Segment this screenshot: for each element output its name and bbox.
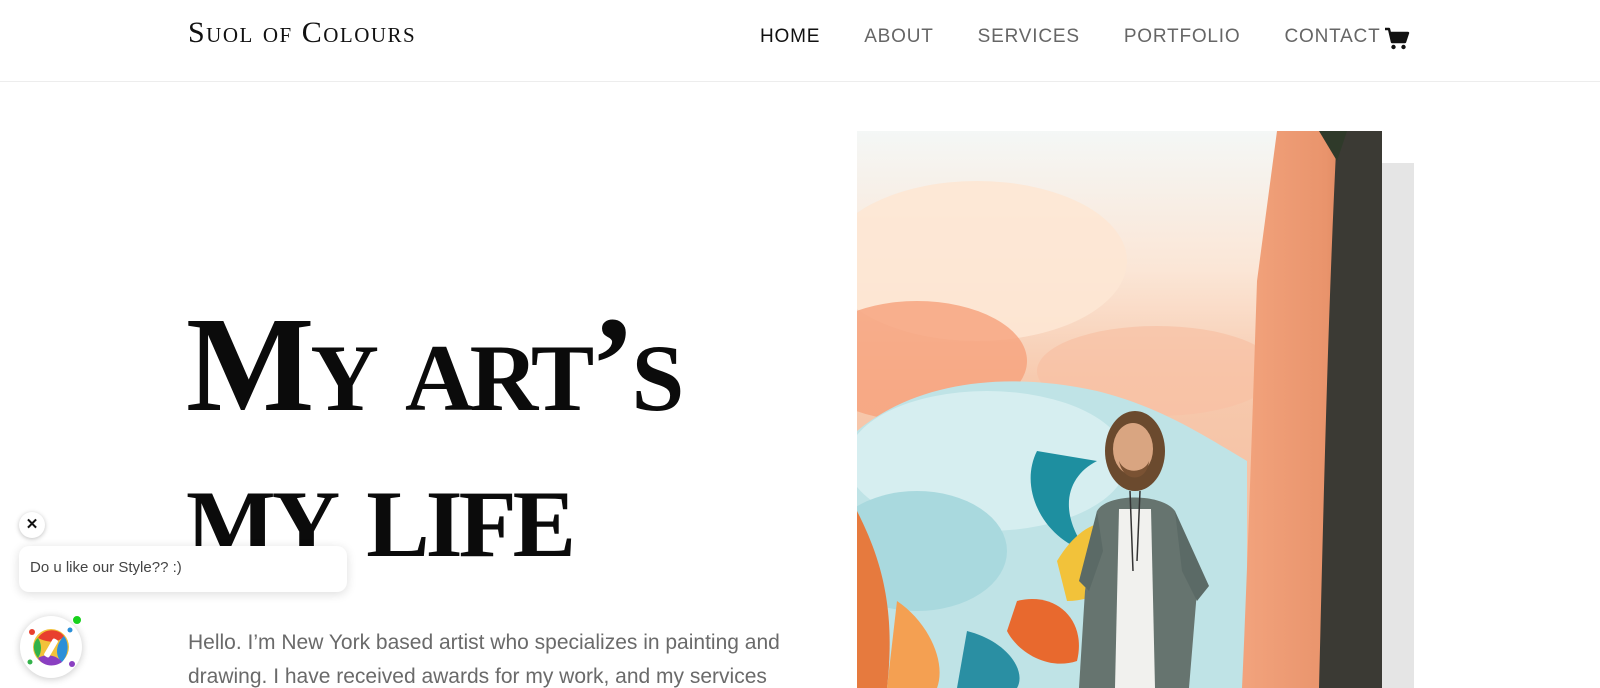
nav-about[interactable]: ABOUT bbox=[864, 26, 933, 48]
image-shadow-block bbox=[1382, 163, 1414, 688]
nav-services[interactable]: SERVICES bbox=[978, 26, 1080, 48]
hero-intro-text: Hello. I’m New York based artist who spe… bbox=[188, 631, 780, 688]
main-nav: HOME ABOUT SERVICES PORTFOLIO CONTACT bbox=[760, 26, 1425, 48]
paint-splash-icon bbox=[27, 627, 75, 667]
nav-home[interactable]: HOME bbox=[760, 26, 820, 48]
online-status-dot bbox=[72, 615, 82, 625]
hero-artist-image bbox=[857, 131, 1382, 688]
hero-title: My art’s my life bbox=[186, 292, 806, 584]
nav-portfolio[interactable]: PORTFOLIO bbox=[1124, 26, 1241, 48]
nav-contact[interactable]: CONTACT bbox=[1284, 26, 1380, 48]
hero-title-line-1: My art’s bbox=[186, 290, 684, 440]
chat-avatar[interactable] bbox=[20, 616, 82, 678]
site-logo[interactable]: Suol of Colours bbox=[188, 16, 416, 50]
site-header: Suol of Colours HOME ABOUT SERVICES PORT… bbox=[0, 0, 1600, 82]
shopping-cart-icon[interactable] bbox=[1384, 27, 1410, 51]
chat-message-bubble[interactable]: Do u like our Style?? :) bbox=[19, 546, 347, 592]
artist-painting-illustration bbox=[857, 131, 1382, 688]
chat-close-button[interactable]: ✕ bbox=[19, 512, 45, 538]
